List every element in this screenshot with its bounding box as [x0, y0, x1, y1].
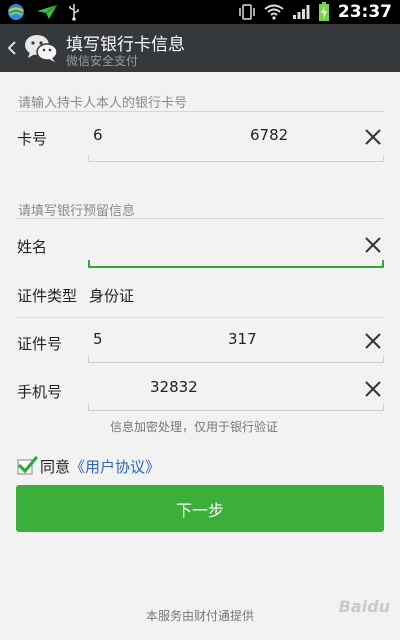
encryption-hint: 信息加密处理，仅用于银行验证 [110, 420, 279, 434]
id-number-underline [88, 362, 384, 363]
name-label: 姓名 [17, 238, 48, 256]
id-type-divider [16, 317, 384, 318]
id-number-input[interactable] [88, 320, 358, 364]
bank-section-label: 请填写银行预留信息 [18, 204, 136, 219]
name-underline-tick-right [382, 260, 384, 267]
status-time: 23:37 [337, 2, 392, 22]
browser-globe-icon [6, 2, 26, 22]
clear-id-number-icon[interactable] [362, 330, 384, 352]
phone-label: 手机号 [17, 383, 63, 401]
usb-icon [68, 3, 80, 21]
app-header: 填写银行卡信息 微信安全支付 [0, 24, 400, 72]
card-number-input[interactable] [88, 118, 358, 162]
status-bar: 23:37 [0, 0, 400, 24]
phone-underline-tick-right [383, 404, 384, 410]
id-number-label: 证件号 [17, 335, 63, 353]
clear-card-number-icon[interactable] [362, 126, 384, 148]
id-number-underline-tick-right [383, 356, 384, 362]
vibrate-icon [238, 3, 256, 21]
paper-plane-icon [36, 3, 58, 21]
card-number-underline-tick-left [88, 155, 89, 161]
user-agreement-link[interactable]: 《用户协议》 [70, 456, 160, 477]
phone-underline [88, 410, 384, 411]
card-section-label: 请输入持卡人本人的银行卡号 [18, 96, 188, 111]
wechat-logo-icon [24, 33, 58, 67]
agreement-row: 同意 《用户协议》 [16, 455, 160, 477]
card-number-label: 卡号 [17, 130, 48, 148]
baidu-watermark: Baidu [338, 597, 390, 616]
clear-phone-icon[interactable] [362, 378, 384, 400]
page-subtitle: 微信安全支付 [66, 54, 139, 68]
battery-charging-icon [318, 2, 330, 22]
agreement-checkbox[interactable] [16, 455, 38, 477]
card-section-divider [16, 111, 384, 112]
agreement-prefix: 同意 [40, 457, 71, 476]
card-number-underline-tick-right [383, 155, 384, 161]
phone-input[interactable] [88, 368, 358, 412]
phone-underline-tick-left [88, 404, 89, 410]
name-input[interactable] [88, 224, 358, 268]
next-step-button[interactable]: 下一步 [16, 485, 384, 532]
chevron-left-icon[interactable] [6, 38, 18, 62]
name-underline-tick-left [88, 260, 90, 267]
name-underline [88, 266, 384, 268]
card-number-underline [88, 161, 384, 162]
id-number-underline-tick-left [88, 356, 89, 362]
clear-name-icon[interactable] [362, 234, 384, 256]
signal-icon [292, 4, 310, 20]
wifi-icon [264, 4, 284, 20]
id-type-label: 证件类型 [17, 287, 78, 305]
id-type-value[interactable]: 身份证 [89, 285, 134, 306]
bank-section-divider [16, 218, 384, 219]
